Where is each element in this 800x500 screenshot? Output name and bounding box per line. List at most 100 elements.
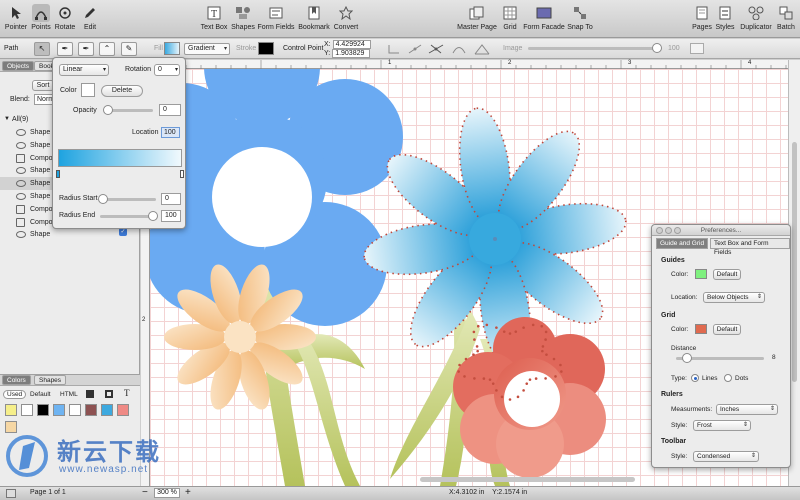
path-point[interactable]: [559, 363, 562, 367]
color-swatch[interactable]: [5, 404, 17, 416]
grid-default-button[interactable]: Default: [713, 324, 741, 335]
scrollbar-thumb[interactable]: [792, 142, 797, 382]
color-swatch[interactable]: [37, 404, 49, 416]
path-point[interactable]: [544, 338, 547, 341]
path-select-tool[interactable]: ↖: [34, 42, 50, 56]
gradient-type-select[interactable]: Linear ▾: [59, 64, 109, 76]
path-point[interactable]: [476, 324, 480, 328]
path-point[interactable]: [488, 378, 492, 381]
peach-flower-center[interactable]: [224, 321, 256, 353]
path-point[interactable]: [525, 382, 529, 385]
toolbar-edit-button[interactable]: Edit: [72, 4, 108, 31]
toolbar-batch-button[interactable]: Batch: [768, 4, 800, 31]
guides-color-well[interactable]: [695, 269, 707, 279]
radius-start-knob[interactable]: [98, 194, 108, 204]
path-point[interactable]: [552, 357, 556, 361]
path-point[interactable]: [491, 382, 495, 385]
path-point[interactable]: [473, 377, 476, 380]
tab-colors[interactable]: Colors: [2, 375, 31, 385]
fill-type-select[interactable]: Gradient ▾: [184, 43, 230, 55]
opacity-field[interactable]: 0: [159, 104, 181, 116]
guides-location-select[interactable]: Below Objects ⇕: [703, 292, 765, 303]
toolbar-form-fields-button[interactable]: Form Fields: [258, 4, 294, 31]
color-well[interactable]: [81, 83, 95, 97]
disclosure-triangle-icon[interactable]: ▼: [4, 113, 10, 126]
y-value-field[interactable]: 1.903829: [332, 49, 371, 58]
toolbar-bookmark-button[interactable]: Bookmark: [296, 4, 332, 31]
blue-flower-center[interactable]: [212, 147, 312, 247]
radius-start-slider[interactable]: [100, 198, 156, 201]
path-point[interactable]: [508, 332, 512, 335]
text-color-icon[interactable]: T: [124, 388, 130, 398]
path-point[interactable]: [545, 353, 548, 356]
tab-text-box-form-fields[interactable]: Text Box and Form Fields: [710, 238, 790, 256]
path-point[interactable]: [528, 378, 532, 381]
corner-point-icon[interactable]: [388, 44, 400, 54]
color-swatch[interactable]: [117, 404, 129, 416]
path-point[interactable]: [522, 389, 525, 392]
color-swatch[interactable]: [69, 404, 81, 416]
radius-start-field[interactable]: 0: [161, 193, 181, 205]
path-point[interactable]: [502, 330, 506, 333]
image-opacity-knob[interactable]: [652, 43, 662, 53]
path-point[interactable]: [457, 370, 460, 373]
path-point[interactable]: [544, 377, 547, 380]
path-point[interactable]: [495, 326, 498, 329]
delete-stop-button[interactable]: Delete: [101, 85, 143, 97]
grid-color-well[interactable]: [695, 324, 707, 334]
grid-type-dots-radio[interactable]: [724, 374, 732, 382]
close-window-icon[interactable]: [656, 227, 663, 234]
tab-shapes[interactable]: Shapes: [34, 375, 67, 385]
curve-point-icon[interactable]: [428, 43, 444, 55]
rulers-style-select[interactable]: Frost ⇕: [693, 420, 751, 431]
color-swatch[interactable]: [21, 404, 33, 416]
image-opacity-slider[interactable]: [528, 47, 660, 50]
path-point[interactable]: [495, 389, 498, 392]
sort-button[interactable]: Sort: [32, 80, 54, 91]
opacity-knob[interactable]: [103, 105, 113, 115]
path-point[interactable]: [544, 330, 548, 334]
stroke-swatch[interactable]: [258, 42, 274, 55]
toolbar-shapes-button[interactable]: Shapes: [225, 4, 261, 31]
path-point[interactable]: [516, 395, 520, 399]
horizontal-scrollbar-thumb[interactable]: [420, 477, 635, 482]
toolbar-convert-button[interactable]: Convert: [328, 4, 364, 31]
path-point[interactable]: [458, 363, 461, 367]
path-point[interactable]: [482, 377, 486, 380]
path-convert-point-tool[interactable]: ⌃: [99, 42, 115, 56]
rotation-field[interactable]: 0 ▾: [154, 64, 180, 76]
colors-used-tab[interactable]: Used: [3, 390, 27, 399]
path-point[interactable]: [464, 357, 468, 361]
path-point[interactable]: [463, 375, 466, 378]
center-control-point[interactable]: [493, 237, 497, 241]
path-pen-tool[interactable]: ✎: [121, 42, 137, 56]
guides-default-button[interactable]: Default: [713, 269, 741, 280]
path-point[interactable]: [540, 324, 544, 328]
path-point[interactable]: [485, 323, 489, 327]
tab-guide-and-grid[interactable]: Guide and Grid: [656, 238, 709, 249]
color-swatch[interactable]: [101, 404, 113, 416]
measurments-select[interactable]: Inches ⇕: [716, 404, 778, 415]
path-point[interactable]: [473, 338, 476, 341]
gradient-preview-bar[interactable]: [58, 149, 182, 167]
zoom-in-icon[interactable]: +: [185, 487, 191, 498]
color-swatch[interactable]: [53, 404, 65, 416]
path-point[interactable]: [554, 375, 557, 378]
path-remove-point-tool[interactable]: ✒: [78, 42, 94, 56]
gradient-stop-end[interactable]: [180, 170, 184, 178]
toolbar-form-facade-button[interactable]: Form Facade: [523, 4, 565, 31]
path-point[interactable]: [534, 377, 538, 380]
color-picker-icon[interactable]: [86, 390, 94, 398]
red-flower[interactable]: [453, 317, 606, 478]
fill-swatch[interactable]: [164, 42, 180, 55]
page-thumbnail-icon[interactable]: [6, 489, 16, 498]
asymmetric-point-icon[interactable]: [474, 43, 490, 55]
radius-end-field[interactable]: 100: [161, 210, 181, 222]
path-add-point-tool[interactable]: ✒: [57, 42, 73, 56]
colors-default-tab[interactable]: Default: [30, 391, 51, 398]
zoom-field[interactable]: 300 %: [154, 488, 180, 498]
toolbar-snap-to-button[interactable]: Snap To: [562, 4, 598, 31]
path-point[interactable]: [531, 323, 535, 327]
gradient-stop-start[interactable]: [56, 170, 60, 178]
blend-select[interactable]: Norm: [34, 94, 54, 105]
